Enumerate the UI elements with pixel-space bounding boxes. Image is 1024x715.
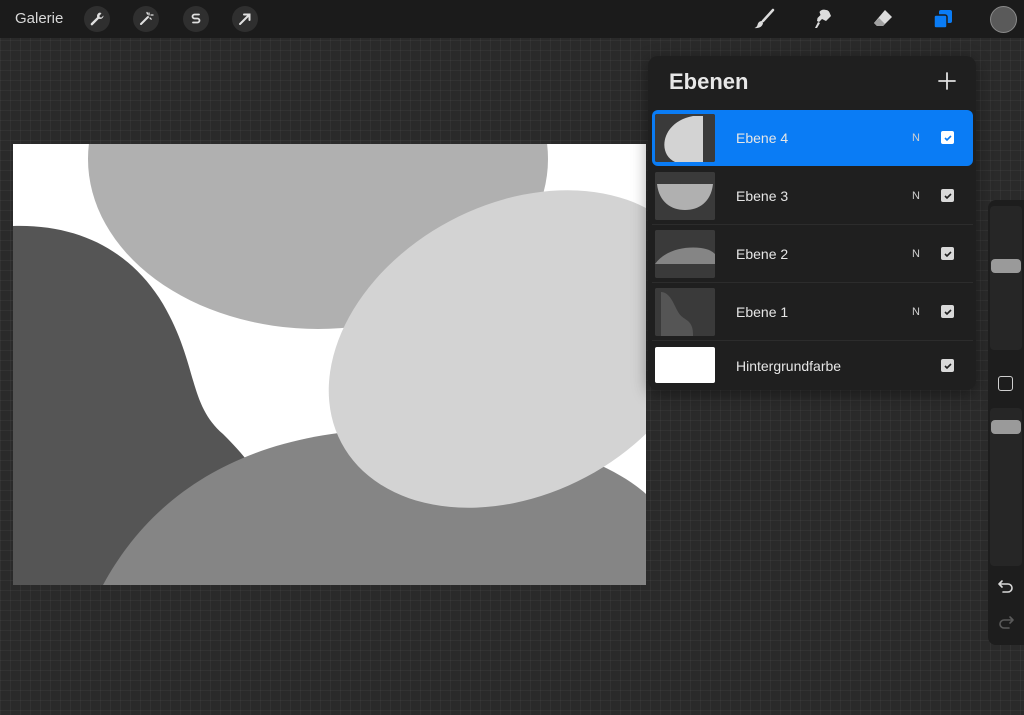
- layers-panel: Ebenen Ebene 4 N Ebene 3 N Ebene 2 N Ebe…: [648, 56, 976, 390]
- wrench-icon[interactable]: [84, 6, 110, 32]
- layer-name: Ebene 3: [736, 188, 789, 204]
- magic-wand-icon[interactable]: [133, 6, 159, 32]
- visibility-checkbox[interactable]: [941, 305, 954, 318]
- layer-thumbnail: [655, 230, 715, 278]
- layer-row-ebene-1[interactable]: Ebene 1 N: [652, 284, 973, 341]
- side-toolbar: [988, 200, 1024, 645]
- gallery-button[interactable]: Galerie: [15, 10, 63, 27]
- layer-row-ebene-3[interactable]: Ebene 3 N: [652, 168, 973, 225]
- layers-panel-title: Ebenen: [669, 69, 749, 94]
- brush-size-handle[interactable]: [991, 259, 1021, 273]
- layer-name: Hintergrundfarbe: [736, 358, 842, 374]
- top-toolbar: Galerie: [0, 0, 1024, 38]
- eraser-icon[interactable]: [870, 6, 896, 32]
- selection-s-icon[interactable]: [183, 6, 209, 32]
- divider: [652, 340, 973, 341]
- opacity-handle[interactable]: [991, 420, 1021, 434]
- blend-mode-button[interactable]: N: [912, 248, 920, 260]
- square-icon[interactable]: [998, 376, 1013, 391]
- drawing-canvas[interactable]: [13, 144, 646, 585]
- smudge-icon[interactable]: [810, 6, 836, 32]
- layer-name: Ebene 2: [736, 246, 789, 262]
- transform-arrow-icon[interactable]: [232, 6, 258, 32]
- brush-size-slider[interactable]: [990, 206, 1022, 350]
- blend-mode-button[interactable]: N: [912, 132, 920, 144]
- layer-row-background-color[interactable]: Hintergrundfarbe: [652, 342, 973, 388]
- visibility-checkbox[interactable]: [941, 359, 954, 372]
- layer-thumbnail: [655, 347, 715, 383]
- layer-row-ebene-2[interactable]: Ebene 2 N: [652, 226, 973, 283]
- blend-mode-button[interactable]: N: [912, 306, 920, 318]
- layers-icon[interactable]: [930, 6, 956, 32]
- layer-thumbnail: [655, 114, 715, 162]
- undo-icon[interactable]: [997, 578, 1015, 594]
- color-picker-button[interactable]: [990, 6, 1017, 33]
- layer-name: Ebene 4: [736, 130, 789, 146]
- divider: [652, 282, 973, 283]
- layer-name: Ebene 1: [736, 304, 789, 320]
- layer-thumbnail: [655, 288, 715, 336]
- plus-icon[interactable]: [936, 70, 958, 92]
- brush-icon[interactable]: [751, 6, 777, 32]
- layer-thumbnail: [655, 172, 715, 220]
- visibility-checkbox[interactable]: [941, 247, 954, 260]
- redo-icon[interactable]: [997, 614, 1015, 630]
- divider: [652, 224, 973, 225]
- layer-row-ebene-4[interactable]: Ebene 4 N: [652, 110, 973, 166]
- blend-mode-button[interactable]: N: [912, 190, 920, 202]
- visibility-checkbox[interactable]: [941, 131, 954, 144]
- visibility-checkbox[interactable]: [941, 189, 954, 202]
